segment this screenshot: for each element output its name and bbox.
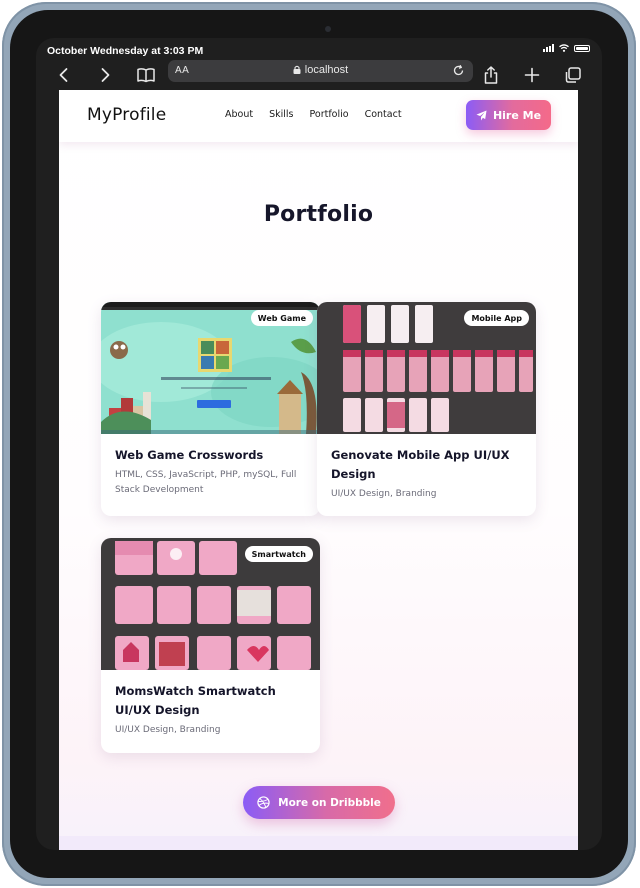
- paper-plane-icon: [476, 109, 487, 121]
- card-badge: Mobile App: [464, 310, 529, 326]
- nav-link-about[interactable]: About: [225, 109, 253, 120]
- tabs-icon[interactable]: [562, 64, 584, 86]
- web-viewport: MyProfile About Skills Portfolio Contact…: [59, 90, 578, 850]
- portfolio-card-mobile-app[interactable]: Mobile App Genovate Mobile App UI/UX Des…: [317, 302, 536, 516]
- nav-link-contact[interactable]: Contact: [365, 109, 402, 120]
- hire-me-label: Hire Me: [492, 108, 542, 122]
- status-time: October Wednesday at 3:03 PM: [47, 45, 204, 57]
- new-tab-icon[interactable]: [521, 64, 543, 86]
- smartwatch-thumbnail: Smartwatch: [101, 538, 320, 670]
- hire-me-button[interactable]: Hire Me: [466, 100, 551, 130]
- site-navbar: MyProfile About Skills Portfolio Contact…: [59, 90, 578, 142]
- address-bar[interactable]: AA localhost: [168, 60, 473, 82]
- card-subtitle: UI/UX Design, Branding: [331, 489, 437, 499]
- site-logo[interactable]: MyProfile: [87, 105, 166, 125]
- back-icon[interactable]: [53, 64, 75, 86]
- front-camera: [325, 26, 331, 32]
- card-badge: Smartwatch: [244, 546, 313, 562]
- nav-link-skills[interactable]: Skills: [269, 109, 293, 120]
- nav-links: About Skills Portfolio Contact: [225, 109, 402, 120]
- portfolio-title: Portfolio: [263, 202, 374, 227]
- card-subtitle: UI/UX Design, Branding: [115, 725, 221, 735]
- forward-icon[interactable]: [94, 64, 116, 86]
- lock-icon: [293, 65, 301, 74]
- more-on-dribbble-label: More on Dribbble: [278, 796, 381, 809]
- url-text: localhost: [304, 64, 349, 76]
- reload-icon[interactable]: [452, 64, 465, 77]
- share-icon[interactable]: [480, 64, 502, 86]
- web-game-thumbnail: Web Game: [101, 302, 320, 434]
- card-badge: Web Game: [250, 310, 313, 326]
- browser-toolbar: AA localhost: [36, 60, 602, 90]
- battery-icon: [574, 44, 590, 52]
- cellular-signal-icon: [543, 44, 554, 52]
- status-bar: October Wednesday at 3:03 PM: [36, 38, 602, 60]
- tablet-screen: October Wednesday at 3:03 PM AA localhos…: [36, 38, 602, 850]
- dribbble-icon: [257, 796, 270, 809]
- next-section-edge: [59, 836, 578, 850]
- more-on-dribbble-button[interactable]: More on Dribbble: [243, 786, 395, 819]
- card-title: Web Game Crosswords: [115, 448, 264, 462]
- card-title: Genovate Mobile App UI/UX Design: [331, 448, 510, 481]
- portfolio-card-web-game[interactable]: Web Game Web Game Crosswords HTML, CSS, …: [101, 302, 320, 516]
- nav-link-portfolio[interactable]: Portfolio: [310, 109, 349, 120]
- wifi-icon: [559, 44, 569, 52]
- mobile-app-thumbnail: Mobile App: [317, 302, 536, 434]
- card-title: MomsWatch Smartwatch UI/UX Design: [115, 684, 276, 717]
- status-icons: [543, 44, 590, 52]
- portfolio-card-smartwatch[interactable]: Smartwatch MomsWatch Smartwatch UI/UX De…: [101, 538, 320, 753]
- card-subtitle: HTML, CSS, JavaScript, PHP, mySQL, Full …: [115, 470, 297, 495]
- bookmarks-icon[interactable]: [135, 64, 157, 86]
